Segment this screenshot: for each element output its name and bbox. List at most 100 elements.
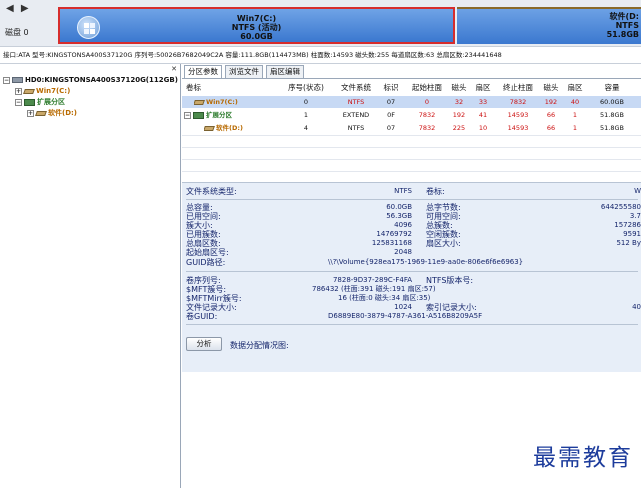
row-cell: 0: [424, 98, 430, 106]
collapse-icon[interactable]: −: [15, 98, 22, 106]
index-record-size-label: 索引记录大小:: [426, 303, 477, 312]
analyze-button[interactable]: 分析: [186, 337, 222, 351]
row-volume-label: Win7(C:): [206, 98, 238, 106]
free-space-label: 可用空间:: [426, 212, 461, 221]
table-header: 卷标 序号(状态) 文件系统 标识 起始柱面 磁头 扇区 终止柱面 磁头 扇区 …: [182, 82, 641, 94]
total-clusters-label: 总簇数:: [426, 221, 453, 230]
total-bytes-value: 644255580: [600, 203, 641, 211]
tab-partition-params[interactable]: 分区参数: [184, 65, 222, 78]
guid-path-value: \\?\Volume{928ea175-1969-11e9-aa0e-806e6…: [328, 258, 524, 266]
mftmirr-cluster-label: $MFTMirr簇号:: [186, 294, 242, 303]
partition-detail-panel: 分区参数 浏览文件 扇区编辑 卷标 序号(状态) 文件系统 标识 起始柱面 磁头…: [182, 64, 641, 488]
row-cell: 225: [452, 124, 466, 132]
table-row[interactable]: 软件(D:) 4 NTFS 07 7832 225 10 14593 66 1 …: [182, 122, 641, 134]
volume-guid-label: 卷GUID:: [186, 312, 218, 321]
row-cell: 7832: [418, 124, 436, 132]
row-cell: 41: [478, 111, 488, 119]
separator: [186, 199, 638, 200]
row-cell: 51.8GB: [600, 124, 624, 132]
table-grid-line: [182, 159, 641, 160]
collapse-icon[interactable]: −: [3, 76, 10, 84]
row-cell: NTFS: [347, 98, 365, 106]
column-header[interactable]: 磁头: [447, 82, 471, 94]
table-row[interactable]: Win7(C:) 0 NTFS 07 0 32 33 7832 192 40 6…: [182, 96, 641, 108]
partition-block-win7[interactable]: Win7(C:) NTFS (活动) 60.0GB: [58, 7, 455, 44]
partition-icon: [204, 125, 215, 131]
tab-browse-files[interactable]: 浏览文件: [225, 65, 263, 78]
hard-disk-icon: [12, 77, 23, 83]
partition-name: Win7(C:): [236, 14, 277, 23]
table-row[interactable]: − 扩展分区 1 EXTEND 0F 7832 192 41 14593 66 1…: [182, 109, 641, 121]
row-volume-cell: 软件(D:): [204, 122, 284, 134]
tree-item-software[interactable]: + 软件(D:): [27, 108, 77, 119]
partition-fs: NTFS: [615, 21, 639, 30]
mft-cluster-value: 786432 (柱面:391 磁头:191 扇区:57): [312, 285, 436, 293]
row-cell: EXTEND: [342, 111, 370, 119]
column-header[interactable]: 容量: [592, 82, 632, 94]
partition-block-software[interactable]: 软件(D: NTFS 51.8GB: [457, 7, 641, 44]
row-cell: 192: [452, 111, 466, 119]
tree-item-extended[interactable]: − 扩展分区: [15, 97, 65, 108]
column-header[interactable]: 序号(状态): [286, 82, 326, 94]
used-space-value: 56.3GB: [386, 212, 412, 220]
column-header[interactable]: 文件系统: [336, 82, 376, 94]
expand-icon[interactable]: +: [27, 109, 34, 117]
cluster-size-value: 4096: [394, 221, 412, 229]
total-sectors-label: 总扇区数:: [186, 239, 221, 248]
used-space-label: 已用空间:: [186, 212, 221, 221]
column-header[interactable]: 磁头: [539, 82, 563, 94]
column-header[interactable]: 终止柱面: [497, 82, 539, 94]
separator: [186, 271, 638, 272]
row-volume-label: 扩展分区: [206, 111, 232, 119]
disk-tree-panel: ✕ − HD0:KINGSTONSA400S37120G(112GB) + Win7…: [0, 64, 181, 488]
start-sector-label: 起始扇区号:: [186, 248, 229, 257]
mft-cluster-label: $MFT簇号:: [186, 285, 227, 294]
partition-icon: [194, 99, 205, 105]
row-cell: 192: [544, 98, 558, 106]
row-cell: 07: [386, 98, 396, 106]
row-cell: 07: [386, 124, 396, 132]
sector-size-value: 512 By: [616, 239, 641, 247]
tree-item-disk[interactable]: − HD0:KINGSTONSA400S37120G(112GB): [3, 75, 178, 86]
partition-block-software-text: 软件(D: NTFS 51.8GB: [457, 12, 641, 39]
row-cell: 66: [546, 124, 556, 132]
partition-fs: NTFS (活动): [231, 23, 282, 32]
disk-label: 磁盘 0: [5, 28, 29, 37]
row-cell: 32: [454, 98, 464, 106]
extended-partition-icon: [193, 111, 204, 119]
disk-nav-arrows[interactable]: ◀ ▶: [6, 3, 31, 14]
column-header[interactable]: 卷标: [186, 82, 226, 94]
partition-table: 卷标 序号(状态) 文件系统 标识 起始柱面 磁头 扇区 终止柱面 磁头 扇区 …: [182, 78, 641, 182]
partition-icon: [35, 110, 47, 116]
row-cell: 14593: [507, 124, 529, 132]
row-cell: 4: [303, 124, 309, 132]
column-header[interactable]: 扇区: [563, 82, 587, 94]
guid-path-label: GUID路径:: [186, 258, 226, 267]
column-header[interactable]: 标识: [378, 82, 404, 94]
ntfs-version-label: NTFS版本号:: [426, 276, 474, 285]
total-bytes-label: 总字节数:: [426, 203, 461, 212]
disk-info-bar: 接口:ATA 型号:KINGSTONSA400S37120G 序列号:50026…: [0, 46, 641, 64]
free-space-value: 3.7: [629, 212, 641, 220]
column-header[interactable]: 起始柱面: [407, 82, 447, 94]
tab-sector-edit[interactable]: 扇区编辑: [266, 65, 304, 78]
row-cell: 10: [478, 124, 488, 132]
table-grid-line: [182, 171, 641, 172]
close-icon[interactable]: ✕: [171, 65, 177, 73]
column-header[interactable]: 扇区: [471, 82, 495, 94]
extended-partition-icon: [24, 98, 35, 106]
partition-block-win7-text: Win7(C:) NTFS (活动) 60.0GB: [60, 14, 453, 41]
row-volume-label: 软件(D:): [216, 124, 243, 132]
collapse-icon[interactable]: −: [184, 111, 191, 119]
used-clusters-label: 已用簇数:: [186, 230, 221, 239]
tree-item-label: HD0:KINGSTONSA400S37120G(112GB): [25, 76, 178, 84]
partition-size: 51.8GB: [606, 30, 639, 39]
expand-icon[interactable]: +: [15, 87, 22, 95]
total-capacity-value: 60.0GB: [386, 203, 412, 211]
partition-icon: [23, 88, 35, 94]
tree-item-label: 软件(D:): [48, 109, 78, 117]
tree-item-win7[interactable]: + Win7(C:): [15, 86, 70, 97]
separator: [186, 324, 638, 325]
total-capacity-label: 总容量:: [186, 203, 213, 212]
row-cell: 40: [570, 98, 580, 106]
